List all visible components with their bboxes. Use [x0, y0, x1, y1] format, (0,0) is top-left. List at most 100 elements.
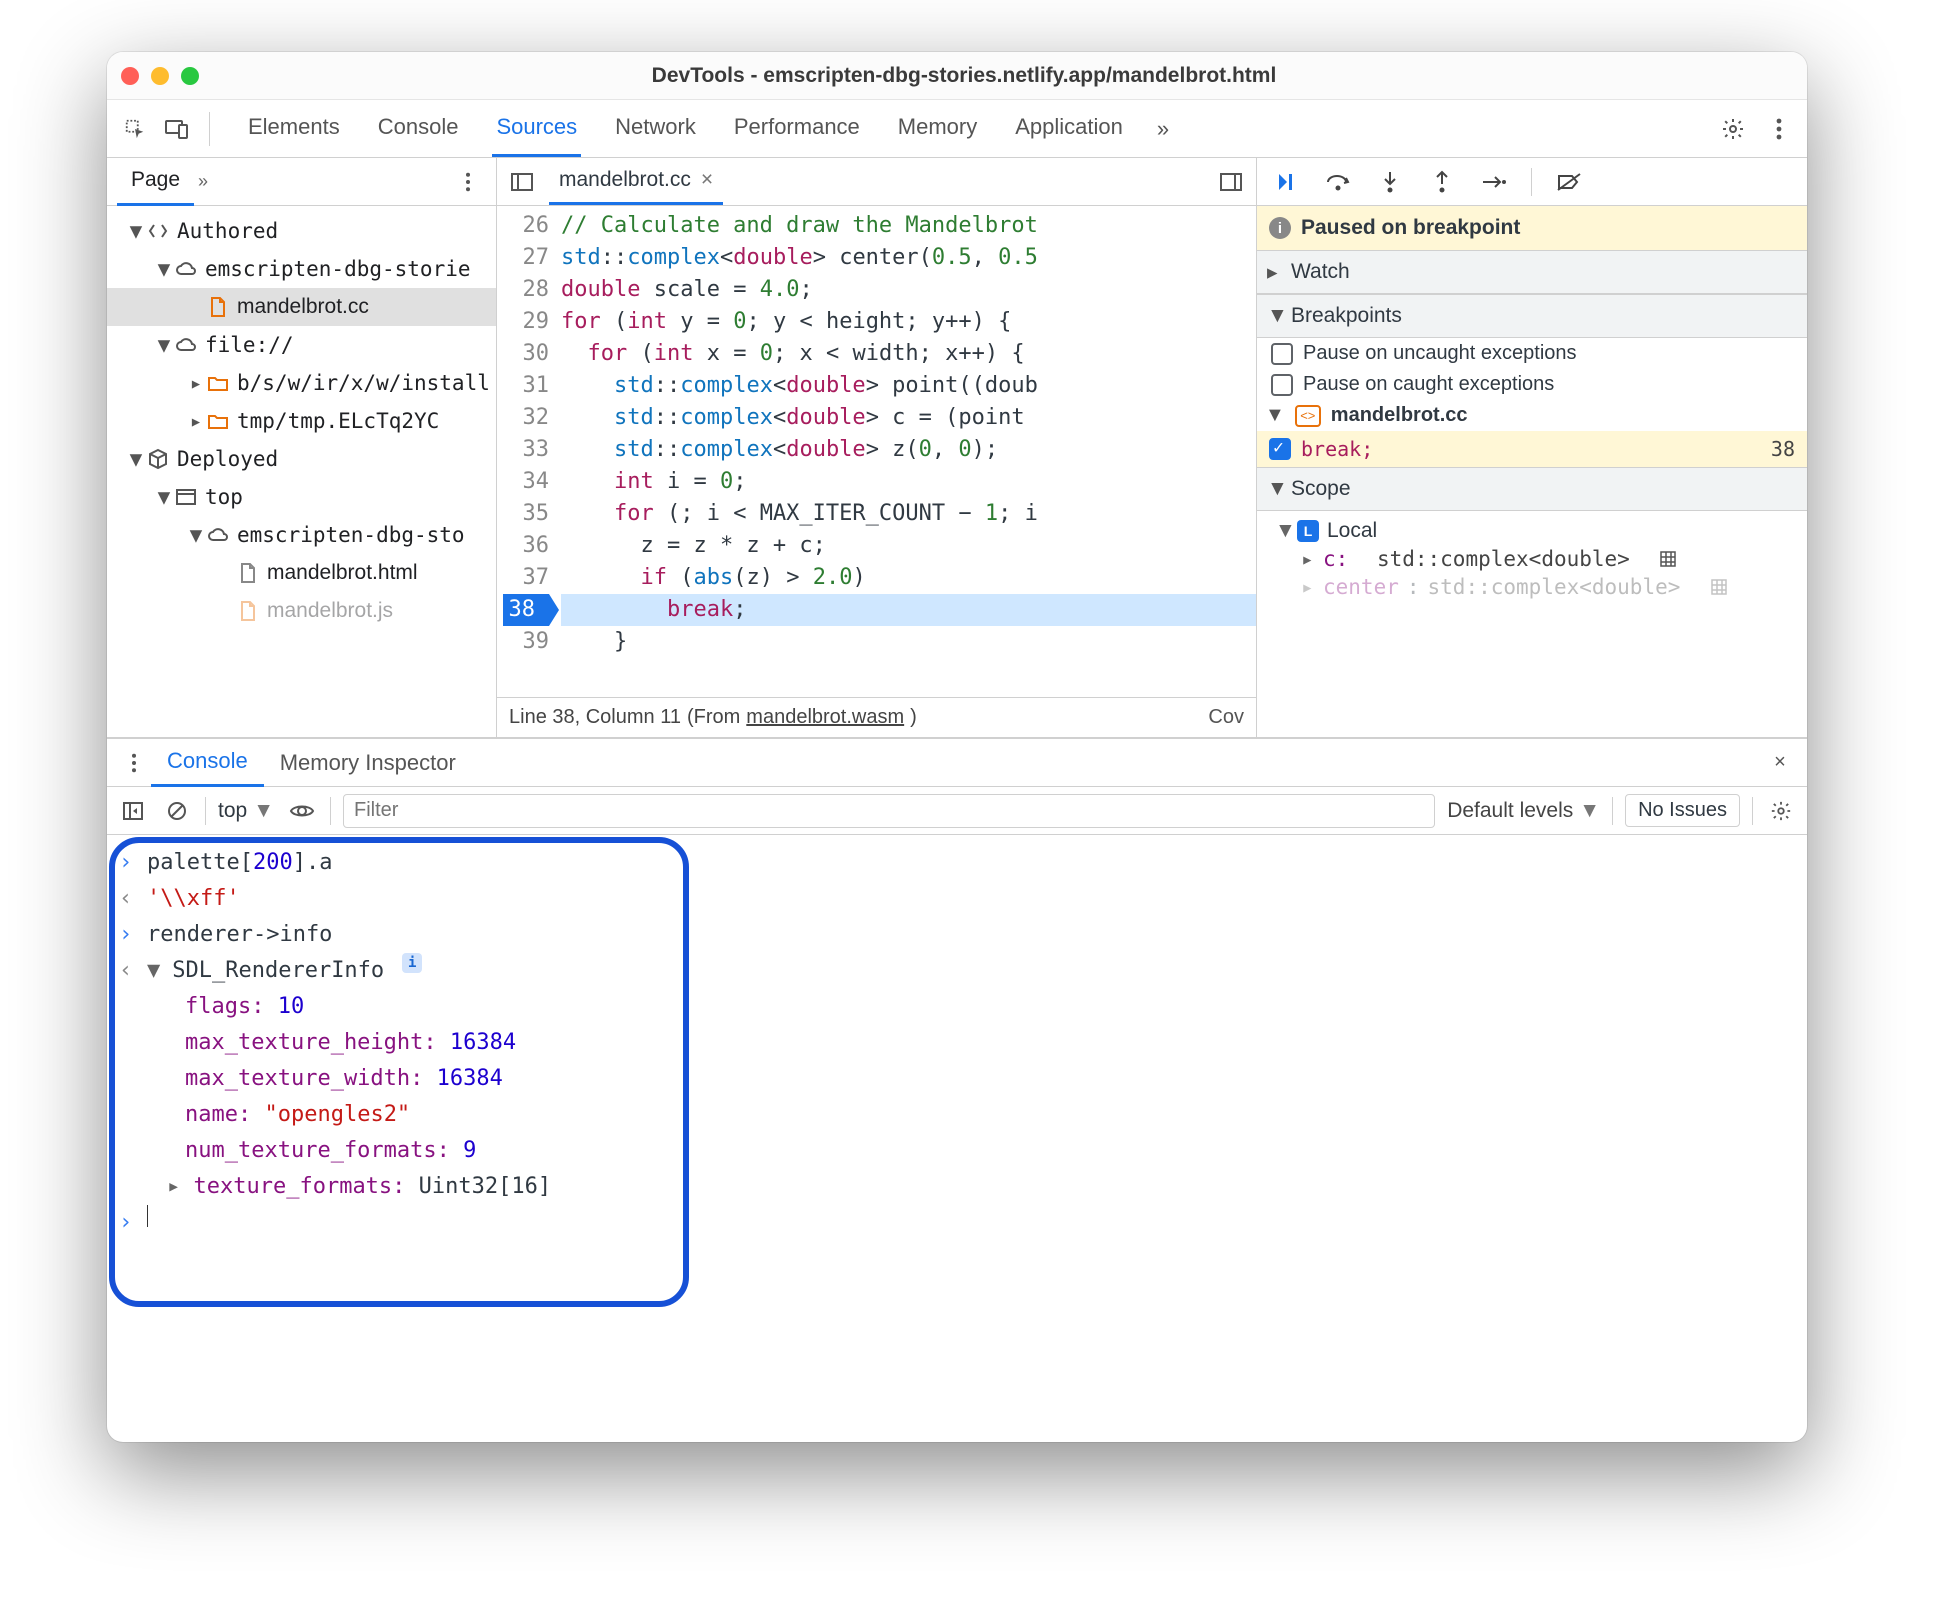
prompt-icon: ›: [119, 845, 135, 881]
traffic-lights: [121, 67, 199, 85]
sources-panel: Page » ▼Authored ▼emscripten-dbg-storie …: [107, 158, 1807, 738]
tree-deployed[interactable]: ▼Deployed: [107, 440, 496, 478]
toggle-navigator-icon[interactable]: [505, 165, 539, 199]
return-icon: ‹: [119, 953, 135, 989]
tree-top[interactable]: ▼top: [107, 478, 496, 516]
tab-application[interactable]: Application: [1011, 100, 1127, 157]
titlebar: DevTools - emscripten-dbg-stories.netlif…: [107, 52, 1807, 100]
navigator-menu-icon[interactable]: [450, 164, 486, 200]
tab-performance[interactable]: Performance: [730, 100, 864, 157]
kebab-menu-icon[interactable]: [1761, 111, 1797, 147]
drawer-menu-icon[interactable]: [117, 746, 151, 780]
close-traffic-light[interactable]: [121, 67, 139, 85]
code-editor: mandelbrot.cc× 2627282930313233343536373…: [497, 158, 1257, 737]
tab-memory[interactable]: Memory: [894, 100, 981, 157]
console-output[interactable]: ›palette[200].a ‹'\\xff' ›renderer->info…: [107, 835, 1807, 1442]
window-title: DevTools - emscripten-dbg-stories.netlif…: [199, 64, 1729, 88]
log-levels-selector[interactable]: Default levels ▼: [1447, 799, 1600, 823]
object-property: name: "opengles2": [119, 1097, 1795, 1133]
devtools-window: DevTools - emscripten-dbg-stories.netlif…: [107, 52, 1807, 1442]
navigator-tabs-overflow[interactable]: »: [198, 171, 208, 192]
object-property-expandable[interactable]: ▸ texture_formats: Uint32[16]: [119, 1169, 1795, 1205]
live-expression-icon[interactable]: [286, 795, 318, 827]
console-input-line: ›renderer->info: [119, 917, 1795, 953]
main-tabbar: Elements Console Sources Network Perform…: [107, 100, 1807, 158]
caught-exceptions-toggle[interactable]: Pause on caught exceptions: [1257, 369, 1807, 400]
editor-statusbar: Line 38, Column 11 (From mandelbrot.wasm…: [497, 697, 1256, 737]
checkbox-icon[interactable]: [1271, 374, 1293, 396]
tree-site-deployed[interactable]: ▼emscripten-dbg-sto: [107, 516, 496, 554]
source-map-link[interactable]: mandelbrot.wasm: [746, 706, 904, 729]
return-icon: ‹: [119, 881, 135, 917]
object-property: max_texture_height: 16384: [119, 1025, 1795, 1061]
prompt-icon: ›: [119, 917, 135, 953]
breakpoints-section[interactable]: ▼Breakpoints: [1257, 294, 1807, 338]
drawer-tab-memory-inspector[interactable]: Memory Inspector: [264, 740, 472, 786]
drawer-tab-console[interactable]: Console: [151, 738, 264, 787]
breakpoint-file-row[interactable]: ▼<>mandelbrot.cc: [1257, 400, 1807, 431]
tab-sources[interactable]: Sources: [492, 100, 581, 157]
tree-site[interactable]: ▼emscripten-dbg-storie: [107, 250, 496, 288]
debugger-toolbar: [1257, 158, 1807, 206]
file-tab-mandelbrot-cc[interactable]: mandelbrot.cc×: [549, 159, 723, 205]
file-tree[interactable]: ▼Authored ▼emscripten-dbg-storie mandelb…: [107, 206, 496, 737]
tab-console[interactable]: Console: [374, 100, 463, 157]
checkbox-checked-icon[interactable]: [1269, 438, 1291, 460]
object-property: max_texture_width: 16384: [119, 1061, 1795, 1097]
main-tabs: Elements Console Sources Network Perform…: [244, 100, 1709, 157]
tab-elements[interactable]: Elements: [244, 100, 344, 157]
tree-folder-2[interactable]: ▸tmp/tmp.ELcTq2YC: [107, 402, 496, 440]
deactivate-breakpoints-icon[interactable]: [1554, 167, 1584, 197]
watch-section[interactable]: ▸Watch: [1257, 250, 1807, 294]
tabs-overflow[interactable]: »: [1157, 102, 1169, 156]
step-icon[interactable]: [1479, 167, 1509, 197]
tree-file-scheme[interactable]: ▼file://: [107, 326, 496, 364]
breakpoint-row[interactable]: break;38: [1257, 431, 1807, 467]
code-area[interactable]: 2627282930313233343536373839 // Calculat…: [497, 206, 1256, 697]
close-drawer-icon[interactable]: ×: [1763, 746, 1797, 780]
scope-section[interactable]: ▼Scope: [1257, 467, 1807, 511]
navigator-tab-page[interactable]: Page: [117, 157, 194, 206]
device-toolbar-icon[interactable]: [159, 111, 195, 147]
step-out-icon[interactable]: [1427, 167, 1457, 197]
console-output-object[interactable]: ‹▼ SDL_RendererInfoi: [119, 953, 1795, 989]
close-file-tab-icon[interactable]: ×: [701, 168, 713, 192]
prompt-icon: ›: [119, 1205, 135, 1241]
tree-file-js[interactable]: mandelbrot.js: [107, 592, 496, 630]
settings-icon[interactable]: [1715, 111, 1751, 147]
memory-icon[interactable]: [1658, 549, 1678, 569]
inspect-element-icon[interactable]: [117, 111, 153, 147]
scope-var-c[interactable]: ▸c: std::complex<double>: [1267, 545, 1797, 573]
object-property: num_texture_formats: 9: [119, 1133, 1795, 1169]
local-badge-icon: L: [1297, 520, 1319, 542]
paused-banner: iPaused on breakpoint: [1257, 206, 1807, 250]
clear-console-icon[interactable]: [161, 795, 193, 827]
resume-icon[interactable]: [1271, 167, 1301, 197]
console-output-line: ‹'\\xff': [119, 881, 1795, 917]
minimize-traffic-light[interactable]: [151, 67, 169, 85]
object-property: flags: 10: [119, 989, 1795, 1025]
info-badge-icon[interactable]: i: [402, 953, 422, 973]
memory-icon[interactable]: [1709, 577, 1729, 597]
console-toolbar: top ▼ Default levels ▼ No Issues: [107, 787, 1807, 835]
checkbox-icon[interactable]: [1271, 343, 1293, 365]
issues-button[interactable]: No Issues: [1625, 794, 1740, 827]
file-badge-icon: <>: [1295, 405, 1321, 427]
scope-local[interactable]: ▼LLocal: [1267, 517, 1797, 545]
console-sidebar-toggle-icon[interactable]: [117, 795, 149, 827]
toggle-debugger-icon[interactable]: [1214, 165, 1248, 199]
step-into-icon[interactable]: [1375, 167, 1405, 197]
uncaught-exceptions-toggle[interactable]: Pause on uncaught exceptions: [1257, 338, 1807, 369]
console-filter-input[interactable]: [343, 794, 1435, 828]
step-over-icon[interactable]: [1323, 167, 1353, 197]
execution-context-selector[interactable]: top ▼: [218, 799, 274, 823]
tree-authored[interactable]: ▼Authored: [107, 212, 496, 250]
tab-network[interactable]: Network: [611, 100, 700, 157]
scope-var-center[interactable]: ▸center: std::complex<double>: [1267, 573, 1797, 601]
tree-file-mandelbrot-cc[interactable]: mandelbrot.cc: [107, 288, 496, 326]
console-prompt[interactable]: ›: [119, 1205, 1795, 1241]
zoom-traffic-light[interactable]: [181, 67, 199, 85]
console-settings-icon[interactable]: [1765, 795, 1797, 827]
tree-folder-1[interactable]: ▸b/s/w/ir/x/w/install: [107, 364, 496, 402]
tree-file-html[interactable]: mandelbrot.html: [107, 554, 496, 592]
